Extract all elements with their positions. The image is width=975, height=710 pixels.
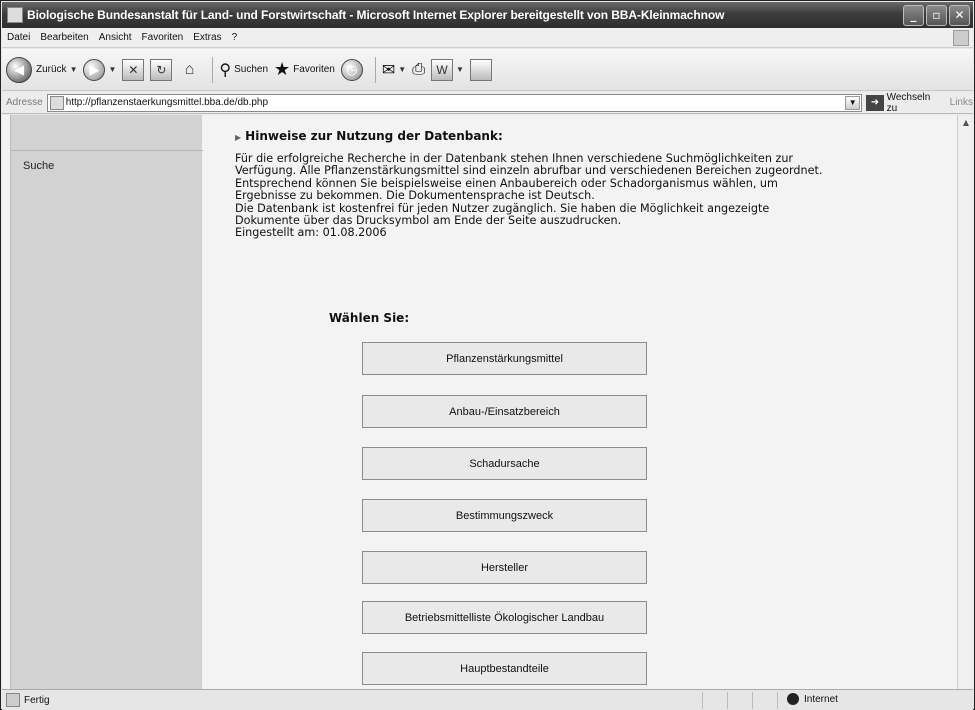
choice-hauptbestandteile-button[interactable]: Hauptbestandteile <box>362 652 647 685</box>
ie-app-icon <box>7 7 23 23</box>
minimize-button[interactable]: _ <box>903 4 924 26</box>
menu-extras[interactable]: Extras <box>188 32 226 43</box>
history-icon: ◷ <box>340 58 363 81</box>
choice-schadursache-button[interactable]: Schadursache <box>362 447 647 480</box>
refresh-button[interactable]: ↻ <box>150 58 173 81</box>
chevron-down-icon[interactable]: ▼ <box>108 65 116 74</box>
page-done-icon <box>6 693 20 707</box>
search-label: Suchen <box>234 64 269 75</box>
print-button[interactable]: ⎙ <box>412 61 425 79</box>
vertical-scrollbar[interactable]: ▲ <box>957 115 973 689</box>
address-label: Adresse <box>6 97 43 108</box>
chevron-down-icon[interactable]: ▼ <box>845 95 861 110</box>
status-divider <box>727 692 728 709</box>
back-button[interactable]: ◀ Zurück ▼ <box>6 56 78 83</box>
window-controls: _ ▫ ✕ <box>903 4 970 26</box>
windows-flag-icon <box>953 30 969 46</box>
back-arrow-icon: ◀ <box>6 56 32 83</box>
main-panel: ▶ Hinweise zur Nutzung der Datenbank: Für… <box>227 115 917 689</box>
go-button[interactable]: ➜ Wechseln zu <box>866 92 941 114</box>
go-label: Wechseln zu <box>886 91 931 114</box>
info-line: Verfügung. Alle Pflanzenstärkungsmittel … <box>235 164 823 178</box>
status-divider <box>752 692 753 709</box>
choice-anbau-einsatzbereich-button[interactable]: Anbau-/Einsatzbereich <box>362 395 647 428</box>
toolbar-separator <box>374 56 376 83</box>
choose-label: Wählen Sie: <box>329 311 410 325</box>
history-button[interactable]: ◷ <box>340 58 363 81</box>
address-url: http://pflanzenstaerkungsmittel.bba.de/d… <box>65 97 269 108</box>
status-bar: Fertig Internet <box>2 689 973 710</box>
title-bar: Biologische Bundesanstalt für Land- und … <box>2 2 973 28</box>
back-label: Zurück <box>36 64 67 75</box>
menu-datei[interactable]: Datei <box>2 32 35 43</box>
go-arrow-icon: ➜ <box>866 94 884 111</box>
maximize-button[interactable]: ▫ <box>926 4 947 26</box>
address-bar: Adresse http://pflanzenstaerkungsmittel.… <box>2 92 973 114</box>
globe-icon <box>787 693 799 705</box>
menu-bearbeiten[interactable]: Bearbeiten <box>35 32 93 43</box>
home-icon: ⌂ <box>184 60 195 78</box>
chevron-down-icon[interactable]: ▼ <box>70 65 78 74</box>
section-heading: ▶ Hinweise zur Nutzung der Datenbank: <box>235 129 503 143</box>
zone-text: Internet <box>804 693 838 705</box>
page-icon <box>49 95 64 110</box>
status-divider <box>702 692 703 709</box>
sidebar: Suche <box>10 115 203 689</box>
menu-help[interactable]: ? <box>227 32 243 43</box>
info-line: Eingestellt am: 01.08.2006 <box>235 226 387 240</box>
sidebar-divider <box>11 150 203 151</box>
info-text: Für die erfolgreiche Recherche in der Da… <box>235 152 885 240</box>
status-divider <box>777 692 778 709</box>
sidebar-item-suche[interactable]: Suche <box>23 160 54 172</box>
links-button[interactable]: Links <box>950 97 973 108</box>
favorites-button[interactable]: ★ Favoriten <box>274 59 335 80</box>
discuss-button[interactable] <box>469 58 492 81</box>
search-icon: ⚲ <box>219 61 232 79</box>
address-input[interactable]: http://pflanzenstaerkungsmittel.bba.de/d… <box>46 93 863 112</box>
security-zone: Internet <box>787 693 838 705</box>
stop-icon: ✕ <box>122 58 145 81</box>
chevron-down-icon[interactable]: ▼ <box>398 65 406 74</box>
forward-button[interactable]: ▶ ▼ <box>83 58 116 81</box>
scroll-up-icon[interactable]: ▲ <box>958 115 974 129</box>
search-button[interactable]: ⚲ Suchen <box>219 60 268 80</box>
window-title: Biologische Bundesanstalt für Land- und … <box>27 8 725 22</box>
status-text: Fertig <box>24 694 50 706</box>
choice-hersteller-button[interactable]: Hersteller <box>362 551 647 584</box>
page-content: Suche ▶ Hinweise zur Nutzung der Datenban… <box>2 115 957 689</box>
forward-arrow-icon: ▶ <box>83 58 106 81</box>
star-icon: ★ <box>274 59 291 79</box>
mail-button[interactable]: ✉ ▼ <box>382 60 406 80</box>
choice-betriebsmittelliste-button[interactable]: Betriebsmittelliste Ökologischer Landbau <box>362 601 647 634</box>
chevron-down-icon[interactable]: ▼ <box>456 65 464 74</box>
menu-bar: Datei Bearbeiten Ansicht Favoriten Extra… <box>2 28 973 48</box>
heading-text: Hinweise zur Nutzung der Datenbank: <box>245 129 503 143</box>
menu-ansicht[interactable]: Ansicht <box>94 32 137 43</box>
toolbar: ◀ Zurück ▼ ▶ ▼ ✕ ↻ ⌂ ⚲ Suchen ★ Favorite… <box>2 49 973 91</box>
discuss-icon <box>469 58 492 81</box>
home-button[interactable]: ⌂ <box>178 59 200 81</box>
favorites-label: Favoriten <box>293 64 335 75</box>
printer-icon: ⎙ <box>412 60 426 78</box>
close-button[interactable]: ✕ <box>949 4 970 26</box>
stop-button[interactable]: ✕ <box>122 58 145 81</box>
choice-bestimmungszweck-button[interactable]: Bestimmungszweck <box>362 499 647 532</box>
info-line: Ergebnisse zu bekommen. Die Dokumentensp… <box>235 189 595 203</box>
browser-window: Biologische Bundesanstalt für Land- und … <box>0 0 975 710</box>
bullet-arrow-icon: ▶ <box>235 133 242 142</box>
mail-icon: ✉ <box>381 61 396 79</box>
toolbar-separator <box>212 56 214 83</box>
refresh-icon: ↻ <box>150 58 173 81</box>
menu-favoriten[interactable]: Favoriten <box>137 32 189 43</box>
edit-button[interactable]: W ▼ <box>431 58 464 81</box>
choice-pflanzenstaerkungsmittel-button[interactable]: Pflanzenstärkungsmittel <box>362 342 647 375</box>
word-edit-icon: W <box>431 58 454 81</box>
